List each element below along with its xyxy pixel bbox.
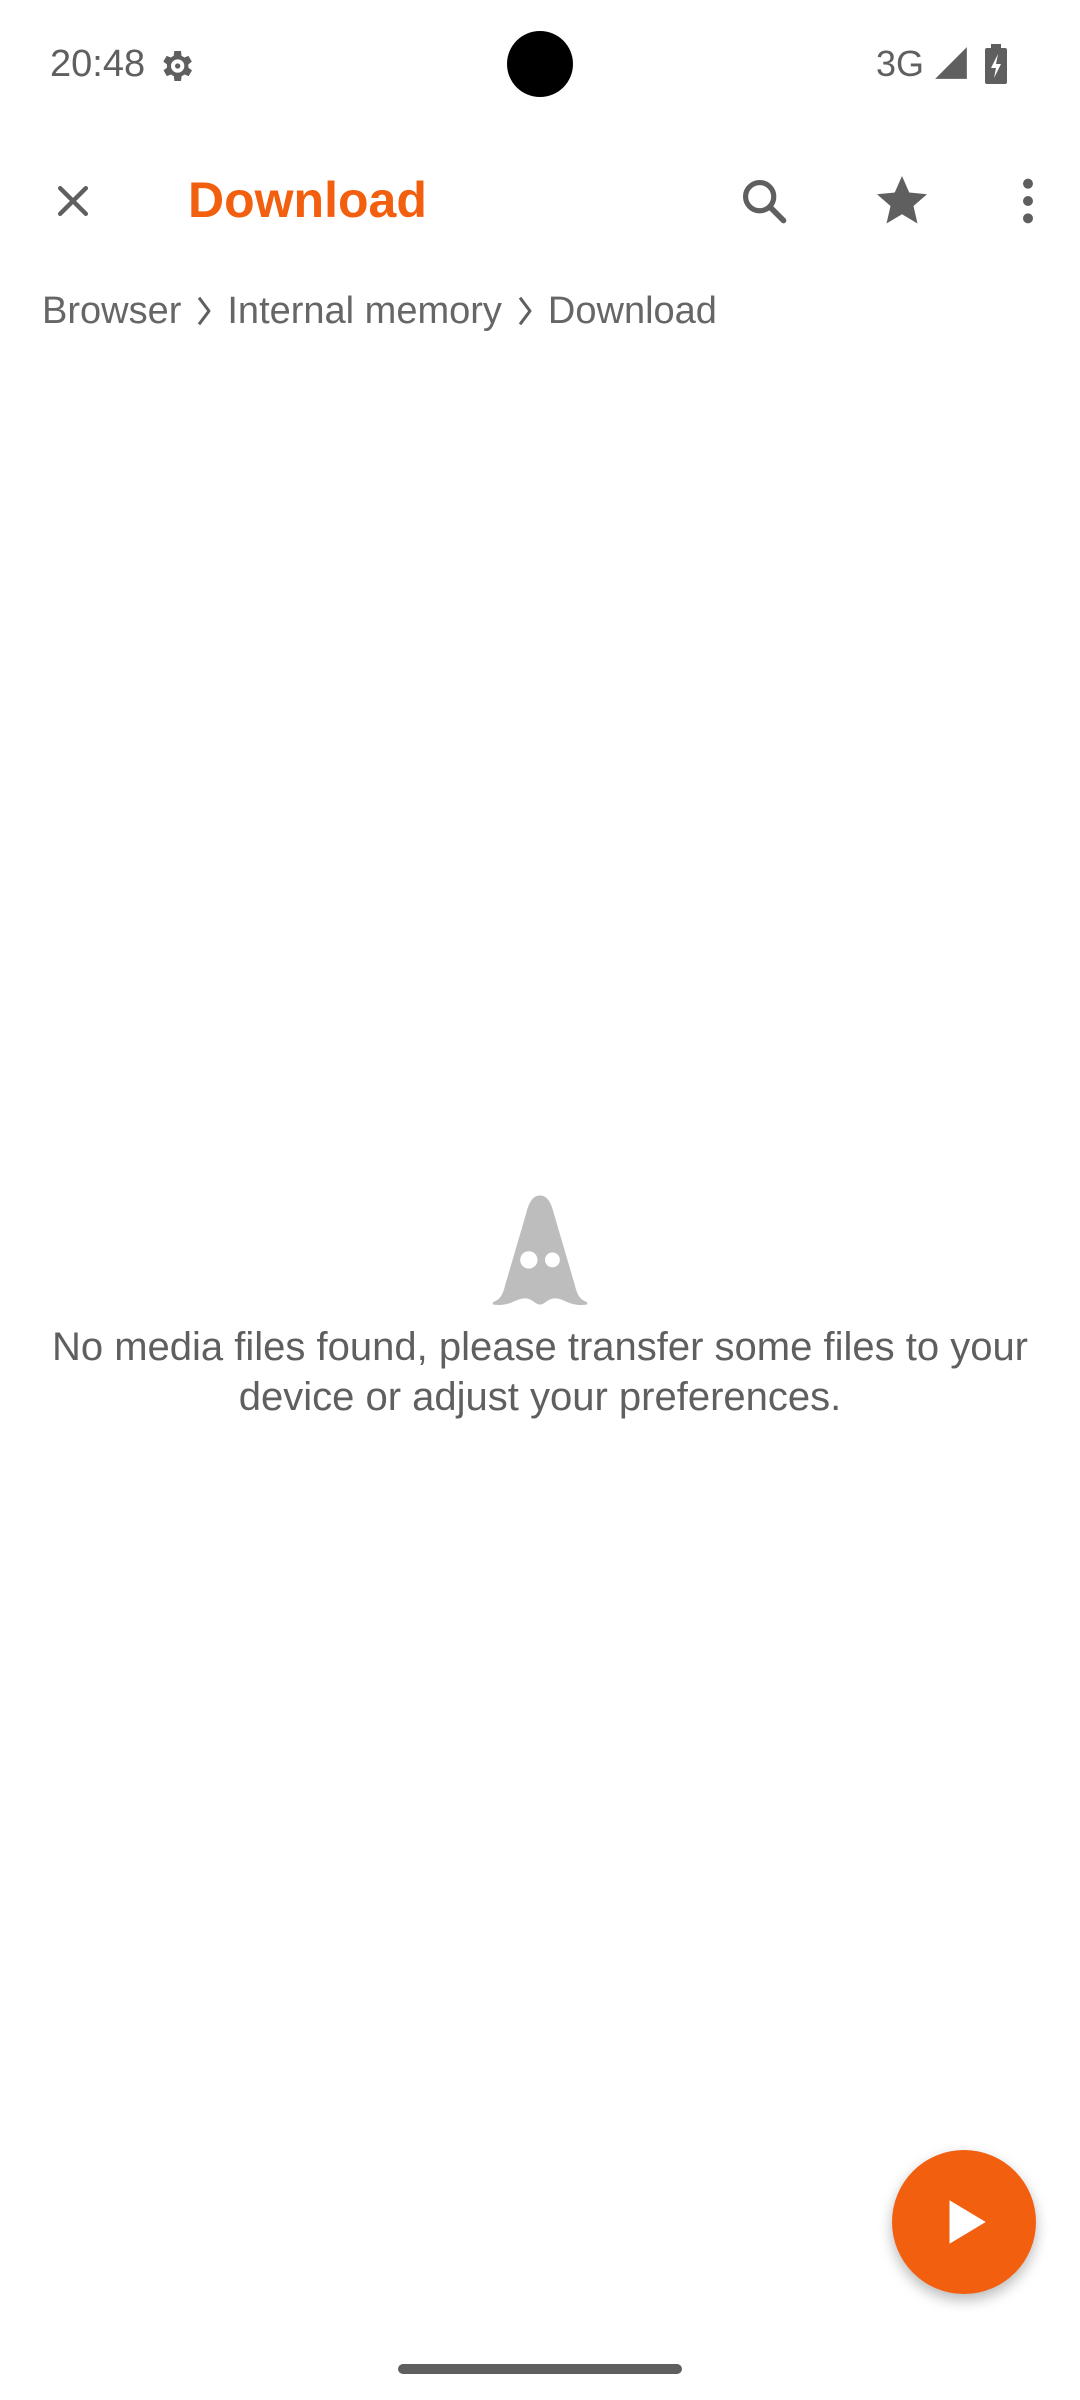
camera-cutout (507, 31, 573, 97)
status-bar: 20:48 3G (0, 0, 1080, 128)
more-vertical-icon (1022, 178, 1033, 224)
breadcrumb-item-download[interactable]: Download (548, 276, 717, 346)
search-button[interactable] (700, 138, 828, 264)
close-button[interactable] (0, 128, 146, 274)
breadcrumb-root[interactable] (0, 276, 42, 346)
search-icon (742, 179, 787, 224)
breadcrumb: Browser Internal memory Download (0, 276, 1080, 346)
page-title: Download (188, 172, 427, 228)
breadcrumb-item-internal-memory[interactable]: Internal memory (227, 276, 502, 346)
toolbar: Download (0, 128, 1080, 274)
network-type-label: 3G (876, 43, 925, 84)
chevron-right-icon (502, 276, 548, 346)
play-button[interactable] (892, 2150, 1036, 2294)
breadcrumb-item-browser[interactable]: Browser (42, 276, 181, 346)
more-options-button[interactable] (975, 138, 1080, 264)
close-icon (57, 185, 89, 217)
vlc-cone-icon (470, 1180, 610, 1320)
play-icon (949, 2200, 986, 2244)
chevron-right-icon (181, 276, 227, 346)
star-icon (876, 176, 927, 224)
gesture-navigation-bar[interactable] (398, 2364, 682, 2374)
settings-gear-icon (163, 51, 192, 81)
signal-icon (935, 47, 967, 79)
status-time: 20:48 (50, 43, 146, 85)
favorite-button[interactable] (828, 138, 975, 264)
battery-charging-icon (985, 44, 1007, 84)
empty-state: No media files found, please transfer so… (0, 1180, 1080, 1570)
empty-message: No media files found, please transfer so… (51, 1325, 1029, 1419)
vlc-browser-screen: 20:48 3G Download Browser Internal memor… (0, 0, 1080, 2400)
